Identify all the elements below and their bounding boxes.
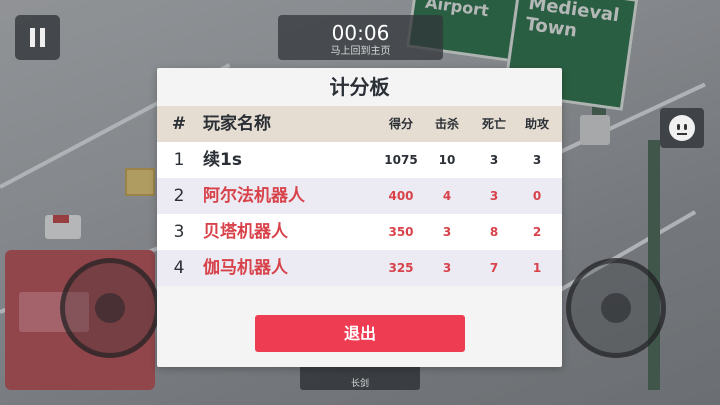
shoe-icon bbox=[95, 293, 125, 323]
row-deaths: 3 bbox=[489, 189, 499, 203]
header-assists: 助攻 bbox=[524, 117, 549, 131]
row-score: 400 bbox=[388, 189, 414, 203]
row-assists: 1 bbox=[532, 261, 542, 275]
table-row: 4 伽马机器人 325 3 7 1 bbox=[157, 250, 562, 286]
pause-button[interactable] bbox=[15, 15, 60, 60]
row-score: 350 bbox=[388, 225, 414, 239]
row-kills: 3 bbox=[442, 261, 452, 275]
table-row: 2 阿尔法机器人 400 4 3 0 bbox=[157, 178, 562, 214]
attack-joystick[interactable] bbox=[566, 258, 666, 358]
header-deaths: 死亡 bbox=[481, 117, 506, 131]
row-assists: 0 bbox=[532, 189, 542, 203]
header-rank: # bbox=[171, 114, 187, 134]
row-name: 贝塔机器人 bbox=[203, 222, 288, 242]
timer-subtitle: 马上回到主页 bbox=[330, 46, 391, 57]
row-kills: 10 bbox=[438, 153, 456, 167]
move-joystick[interactable] bbox=[60, 258, 160, 358]
timer-value: 00:06 bbox=[331, 21, 390, 45]
row-score: 325 bbox=[388, 261, 414, 275]
row-rank: 1 bbox=[173, 150, 185, 170]
row-assists: 3 bbox=[532, 153, 542, 167]
row-score: 1075 bbox=[384, 153, 418, 167]
scoreboard-panel: 计分板 # 玩家名称 得分 击杀 死亡 助攻 1 续1s 1075 10 3 3… bbox=[157, 68, 562, 367]
row-deaths: 3 bbox=[489, 153, 499, 167]
row-deaths: 8 bbox=[489, 225, 499, 239]
row-name: 伽马机器人 bbox=[203, 258, 288, 278]
row-rank: 4 bbox=[173, 258, 185, 278]
header-kills: 击杀 bbox=[434, 117, 459, 131]
table-row: 3 贝塔机器人 350 3 8 2 bbox=[157, 214, 562, 250]
header-score: 得分 bbox=[388, 117, 413, 131]
face-icon bbox=[669, 115, 695, 141]
emote-button[interactable] bbox=[660, 108, 704, 148]
crosshair-icon bbox=[601, 293, 631, 323]
pause-icon bbox=[30, 28, 35, 47]
exit-button[interactable]: 退出 bbox=[255, 315, 465, 352]
row-kills: 3 bbox=[442, 225, 452, 239]
row-rank: 2 bbox=[173, 186, 185, 206]
row-name: 续1s bbox=[203, 150, 242, 170]
row-rank: 3 bbox=[173, 222, 185, 242]
scoreboard-title: 计分板 bbox=[329, 75, 390, 99]
row-assists: 2 bbox=[532, 225, 542, 239]
pause-icon bbox=[40, 28, 45, 47]
row-name: 阿尔法机器人 bbox=[203, 186, 305, 206]
match-timer: 00:06 马上回到主页 bbox=[278, 15, 443, 60]
table-row: 1 续1s 1075 10 3 3 bbox=[157, 142, 562, 178]
header-name: 玩家名称 bbox=[203, 114, 271, 134]
row-kills: 4 bbox=[442, 189, 452, 203]
scoreboard-header-row: # 玩家名称 得分 击杀 死亡 助攻 bbox=[157, 106, 562, 142]
row-deaths: 7 bbox=[489, 261, 499, 275]
